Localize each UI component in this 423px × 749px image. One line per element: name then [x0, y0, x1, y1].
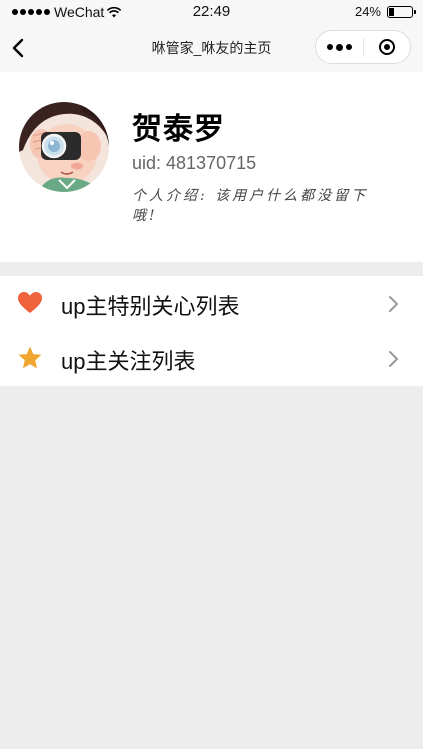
battery-fill: [389, 7, 394, 16]
menu-item-label: up主特别关心列表: [61, 294, 240, 319]
heart-icon: [18, 292, 42, 313]
status-bar: WeChat 22:49 24%: [0, 0, 423, 24]
menu-item-label: up主关注列表: [61, 349, 196, 374]
avatar-illustration: [19, 102, 109, 192]
user-name: 贺泰罗: [132, 113, 225, 146]
battery-icon: [387, 5, 416, 18]
menu-item-following[interactable]: up主关注列表: [0, 331, 423, 386]
nav-bar: 咻管家_咻友的主页: [0, 24, 423, 72]
avatar[interactable]: [19, 102, 109, 192]
back-arrow-icon[interactable]: [8, 36, 32, 60]
status-right: 24%: [354, 4, 416, 19]
close-target-icon[interactable]: [364, 31, 410, 63]
battery-percent: 24%: [354, 4, 381, 19]
menu-item-special-care[interactable]: up主特别关心列表: [0, 276, 423, 331]
menu-list: up主特别关心列表 up主关注列表: [0, 276, 423, 386]
user-intro: 个人介绍: 该用户什么都没留下哦!: [132, 188, 369, 224]
user-uid: uid: 481370715: [132, 153, 257, 173]
star-icon: [18, 346, 42, 369]
chevron-right-icon: [389, 351, 398, 367]
profile-card: 贺泰罗 uid: 481370715 个人介绍: 该用户什么都没留下哦!: [0, 72, 423, 262]
more-dots-icon[interactable]: [316, 31, 363, 63]
mini-program-capsule: [315, 30, 411, 64]
page-title: 咻管家_咻友的主页: [151, 40, 272, 56]
chevron-right-icon: [389, 296, 398, 312]
